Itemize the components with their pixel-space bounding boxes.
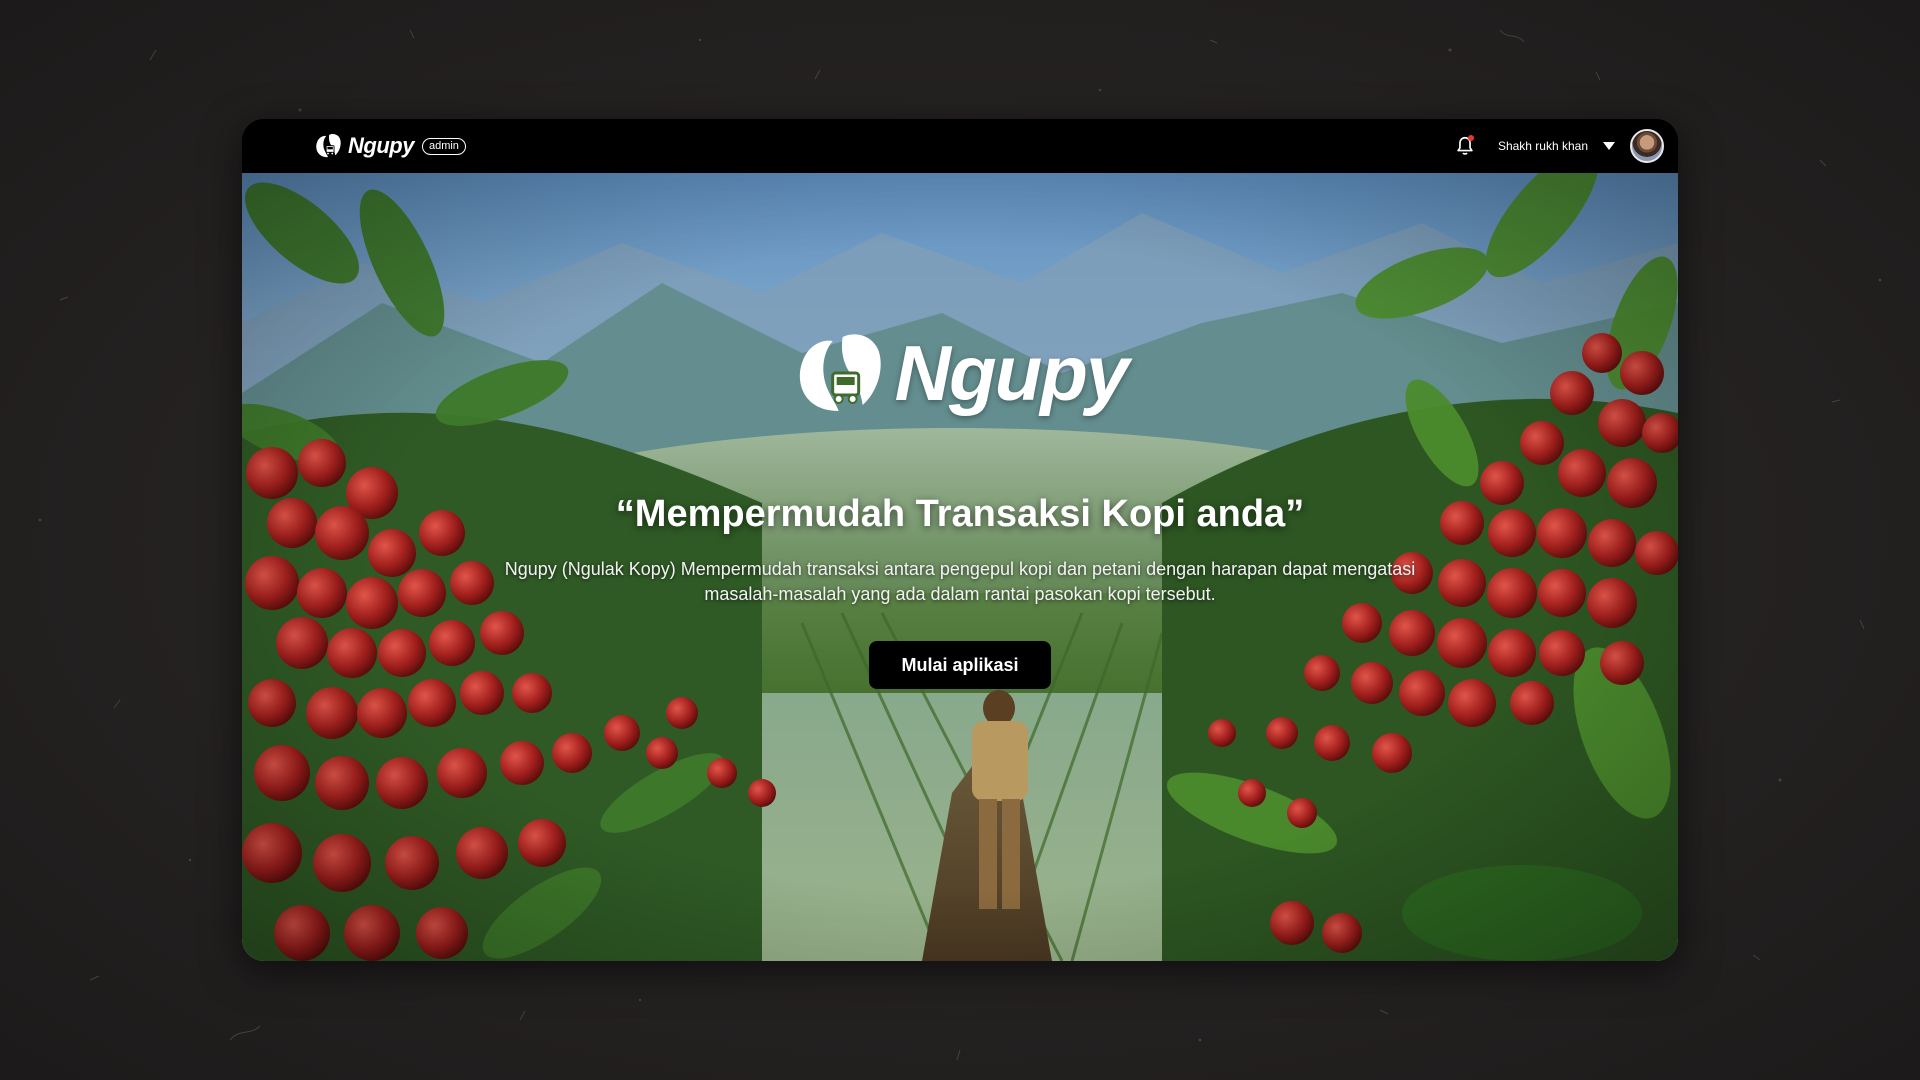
hero-content: Ngupy “Mempermudah Transaksi Kopi anda” … — [242, 173, 1678, 961]
ngupy-logo-icon — [316, 134, 341, 158]
user-controls: Shakh rukh khan — [1454, 129, 1664, 163]
hero-section: Ngupy “Mempermudah Transaksi Kopi anda” … — [242, 173, 1678, 961]
hero-logo: Ngupy — [793, 328, 1130, 419]
notification-button[interactable] — [1454, 135, 1476, 157]
ngupy-logo-icon — [799, 333, 881, 411]
role-badge: admin — [421, 137, 466, 155]
user-name[interactable]: Shakh rukh khan — [1498, 139, 1588, 153]
top-navbar: Ngupy admin Shakh rukh khan — [242, 119, 1678, 173]
hero-tagline: “Mempermudah Transaksi Kopi anda” — [615, 493, 1305, 535]
app-window: Ngupy admin Shakh rukh khan Ngupy “Mempe… — [242, 119, 1678, 961]
start-app-button[interactable]: Mulai aplikasi — [869, 641, 1051, 689]
brand-logo[interactable]: Ngupy admin — [314, 133, 466, 159]
hero-description: Ngupy (Ngulak Kopy) Mempermudah transaks… — [504, 559, 1416, 604]
notification-dot — [1467, 135, 1474, 141]
brand-name: Ngupy — [348, 133, 414, 158]
chevron-down-icon[interactable] — [1602, 141, 1616, 151]
hero-brand-name: Ngupy — [894, 329, 1130, 417]
avatar[interactable] — [1630, 129, 1664, 163]
